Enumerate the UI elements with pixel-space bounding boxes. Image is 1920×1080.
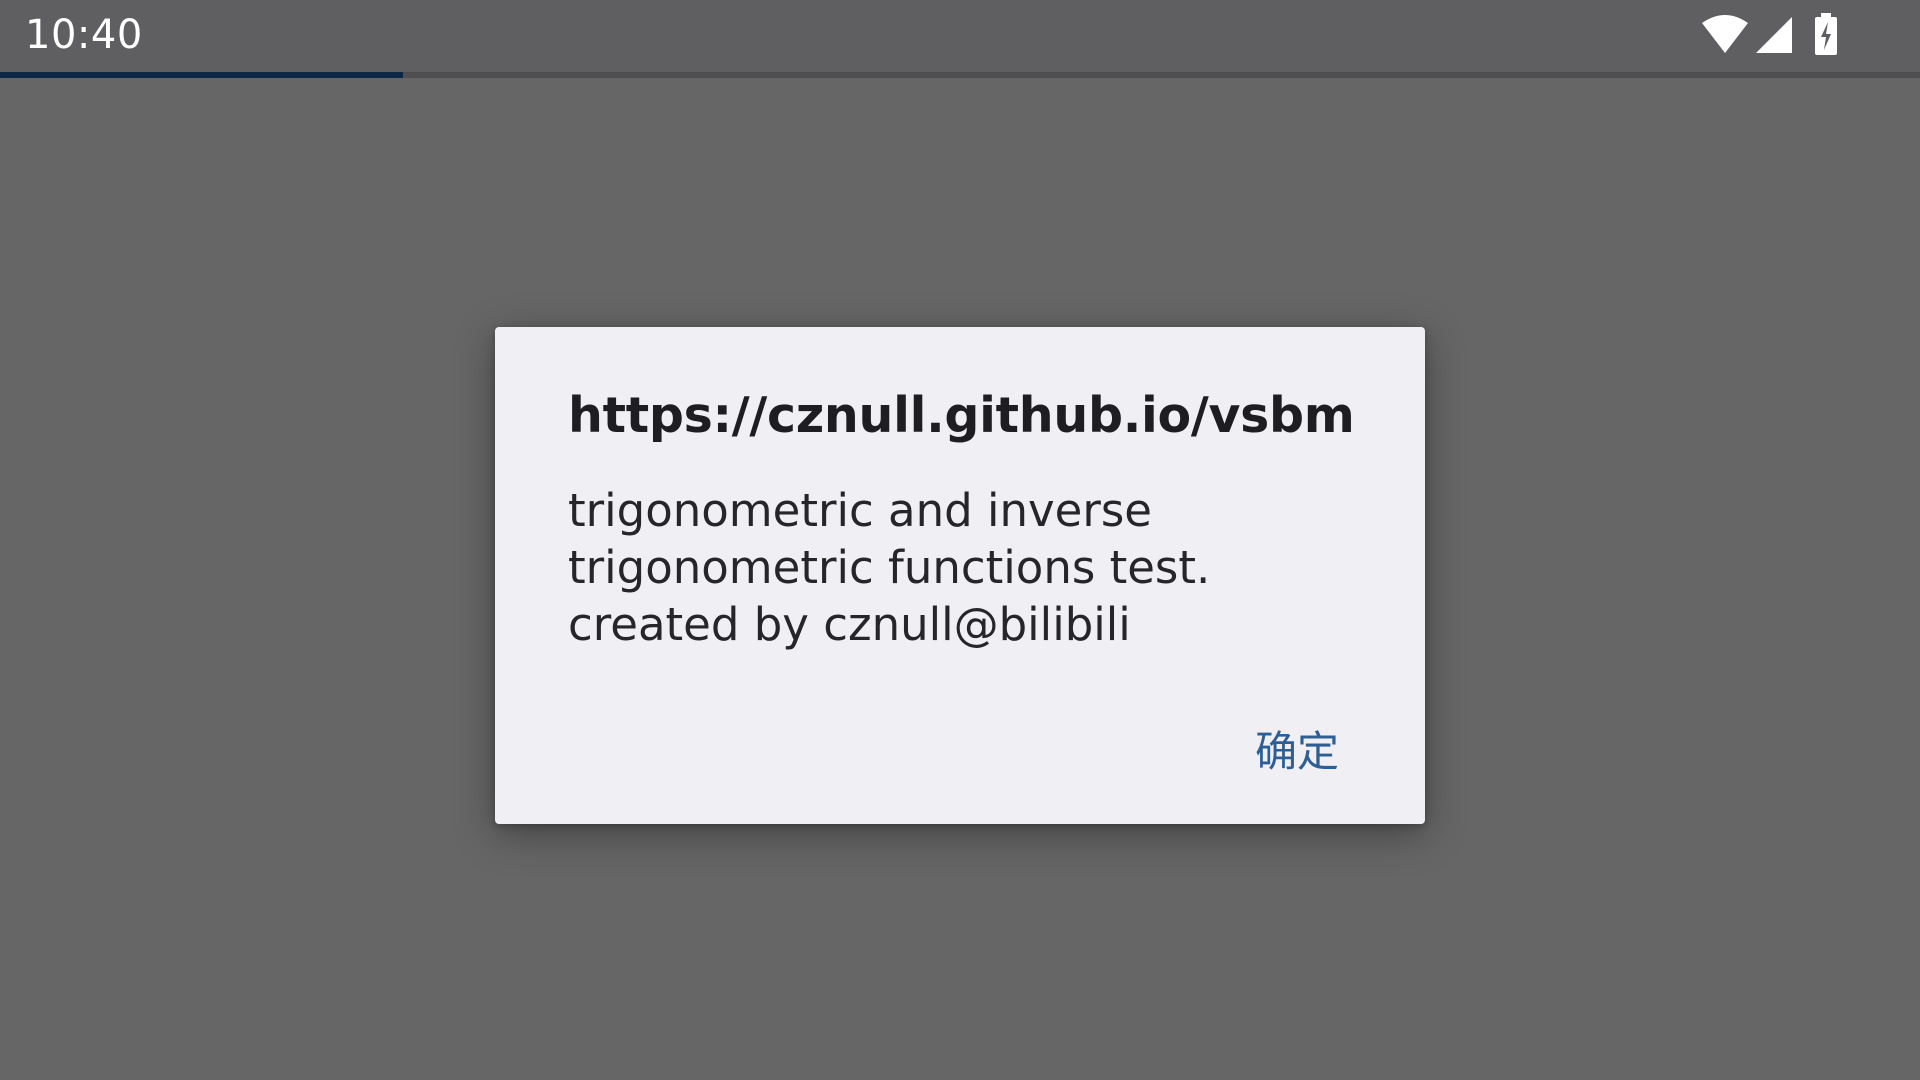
page-load-progress-fill [0,72,404,78]
screen: 10:40 https://cznull.github.io/vsbm trig… [0,0,1920,1080]
wifi-icon [1702,15,1748,53]
ok-button[interactable]: 确定 [1247,712,1347,785]
status-bar: 10:40 [0,0,1920,72]
page-load-progress [0,72,1920,78]
dialog-title: https://cznull.github.io/vsbm [568,387,1355,444]
battery-charging-icon [1815,13,1837,55]
dialog-message: trigonometric and inverse trigonometric … [568,484,1211,651]
status-time: 10:40 [25,12,143,58]
alert-dialog: https://cznull.github.io/vsbm trigonomet… [495,327,1425,824]
status-icons [1696,13,1840,56]
cellular-signal-icon [1756,17,1792,53]
